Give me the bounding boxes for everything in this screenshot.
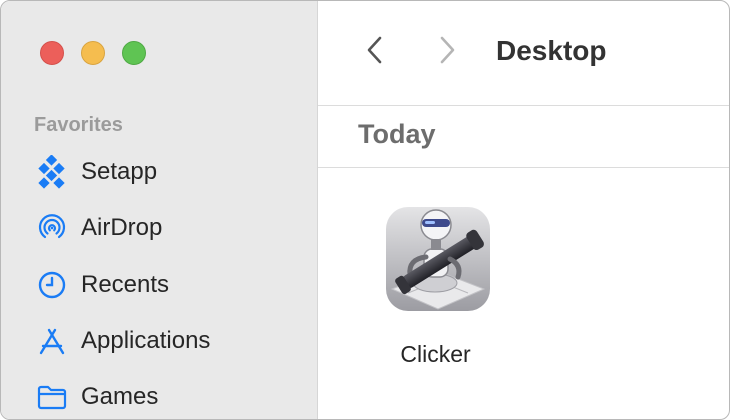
sidebar-item-airdrop[interactable]: AirDrop [35, 208, 162, 248]
group-header-today: Today [318, 106, 729, 168]
automator-robot-icon [378, 201, 498, 321]
folder-icon [35, 380, 69, 414]
forward-button[interactable] [430, 35, 464, 69]
sidebar-item-label: AirDrop [81, 214, 163, 241]
chevron-right-icon [438, 35, 456, 70]
sidebar-item-label: Applications [81, 327, 211, 354]
sidebar-item-label: Games [81, 383, 159, 410]
file-item-clicker[interactable]: Clicker [368, 201, 503, 376]
finder-window: Favorites Setapp AirDrop Recents Applica… [0, 0, 730, 420]
sidebar-item-label: Recents [81, 271, 170, 298]
group-label: Today [358, 119, 436, 149]
minimize-button[interactable] [81, 41, 105, 65]
file-label: Clicker [400, 341, 471, 367]
back-button[interactable] [358, 35, 392, 69]
main-content: Desktop Today Clicker [318, 1, 729, 419]
window-title: Desktop [496, 35, 607, 66]
zoom-button[interactable] [122, 41, 146, 65]
sidebar-section-favorites: Favorites [34, 114, 123, 136]
sidebar-item-label: Setapp [81, 158, 158, 185]
setapp-icon [35, 155, 69, 189]
airdrop-icon [35, 211, 69, 245]
clock-icon [35, 268, 69, 302]
sidebar: Favorites Setapp AirDrop Recents Applica… [1, 1, 318, 419]
sidebar-item-setapp[interactable]: Setapp [35, 152, 157, 192]
toolbar: Desktop [318, 1, 729, 106]
window-controls [40, 41, 146, 65]
sidebar-item-games[interactable]: Games [35, 377, 158, 417]
close-button[interactable] [40, 41, 64, 65]
applications-icon [35, 324, 69, 358]
sidebar-item-applications[interactable]: Applications [35, 321, 210, 361]
sidebar-item-recents[interactable]: Recents [35, 265, 169, 305]
chevron-left-icon [366, 35, 384, 70]
